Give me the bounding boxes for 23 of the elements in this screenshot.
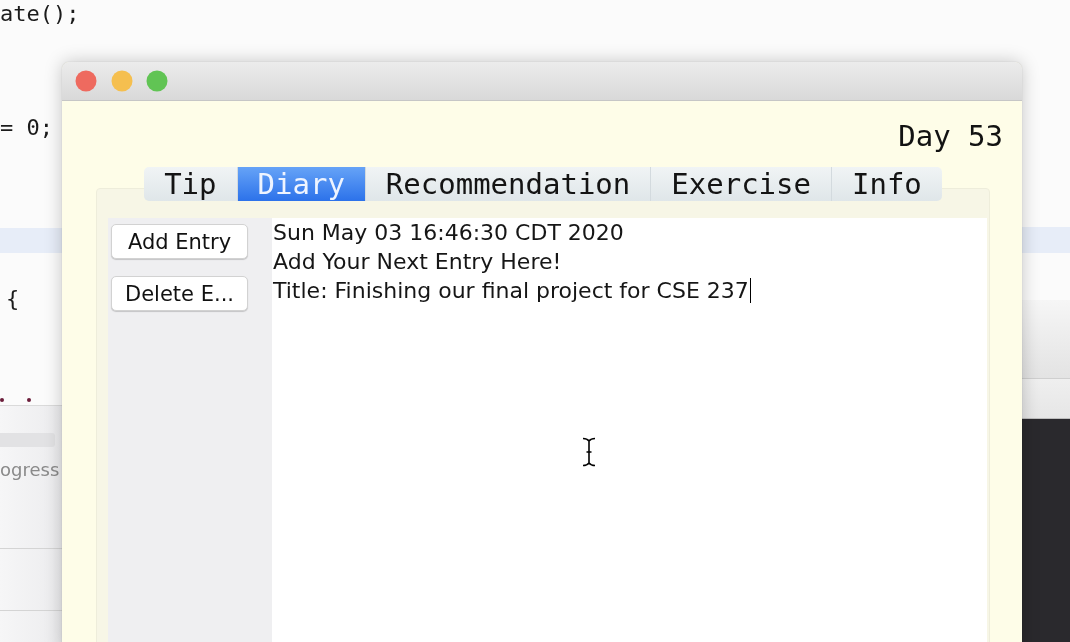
tab[interactable]: Recommendation [365, 167, 652, 201]
code-line: = 0; [0, 114, 53, 142]
maximize-icon[interactable] [146, 70, 168, 92]
panel-toolbar [1022, 379, 1070, 419]
code-line: { [6, 285, 20, 313]
close-icon[interactable] [75, 70, 97, 92]
delete-entry-button[interactable]: Delete E... [111, 276, 248, 311]
diary-text-area[interactable]: Sun May 03 16:46:30 CDT 2020 Add Your Next Entry Here! Title: Finishing our final project for CSE 237 [272, 218, 987, 642]
code-line: ate(); [0, 0, 80, 28]
day-label: Day 53 [898, 119, 1003, 153]
tab[interactable]: Tip [144, 167, 238, 201]
add-entry-button[interactable]: Add Entry [111, 224, 248, 259]
line-highlight [0, 228, 62, 253]
panel-label: ogress [0, 459, 60, 481]
dots-icon [0, 397, 31, 403]
tab[interactable]: Info [832, 167, 942, 201]
minimize-icon[interactable] [110, 70, 133, 92]
text-line: Sun May 03 16:46:30 CDT 2020 [273, 219, 624, 247]
line-highlight [1022, 227, 1070, 253]
text-line: Title: Finishing our final project for CSE 237 [273, 277, 749, 305]
text-line: Add Your Next Entry Here! [273, 248, 562, 276]
tab[interactable]: Exercise [651, 167, 832, 201]
text-cursor-icon [582, 437, 596, 467]
